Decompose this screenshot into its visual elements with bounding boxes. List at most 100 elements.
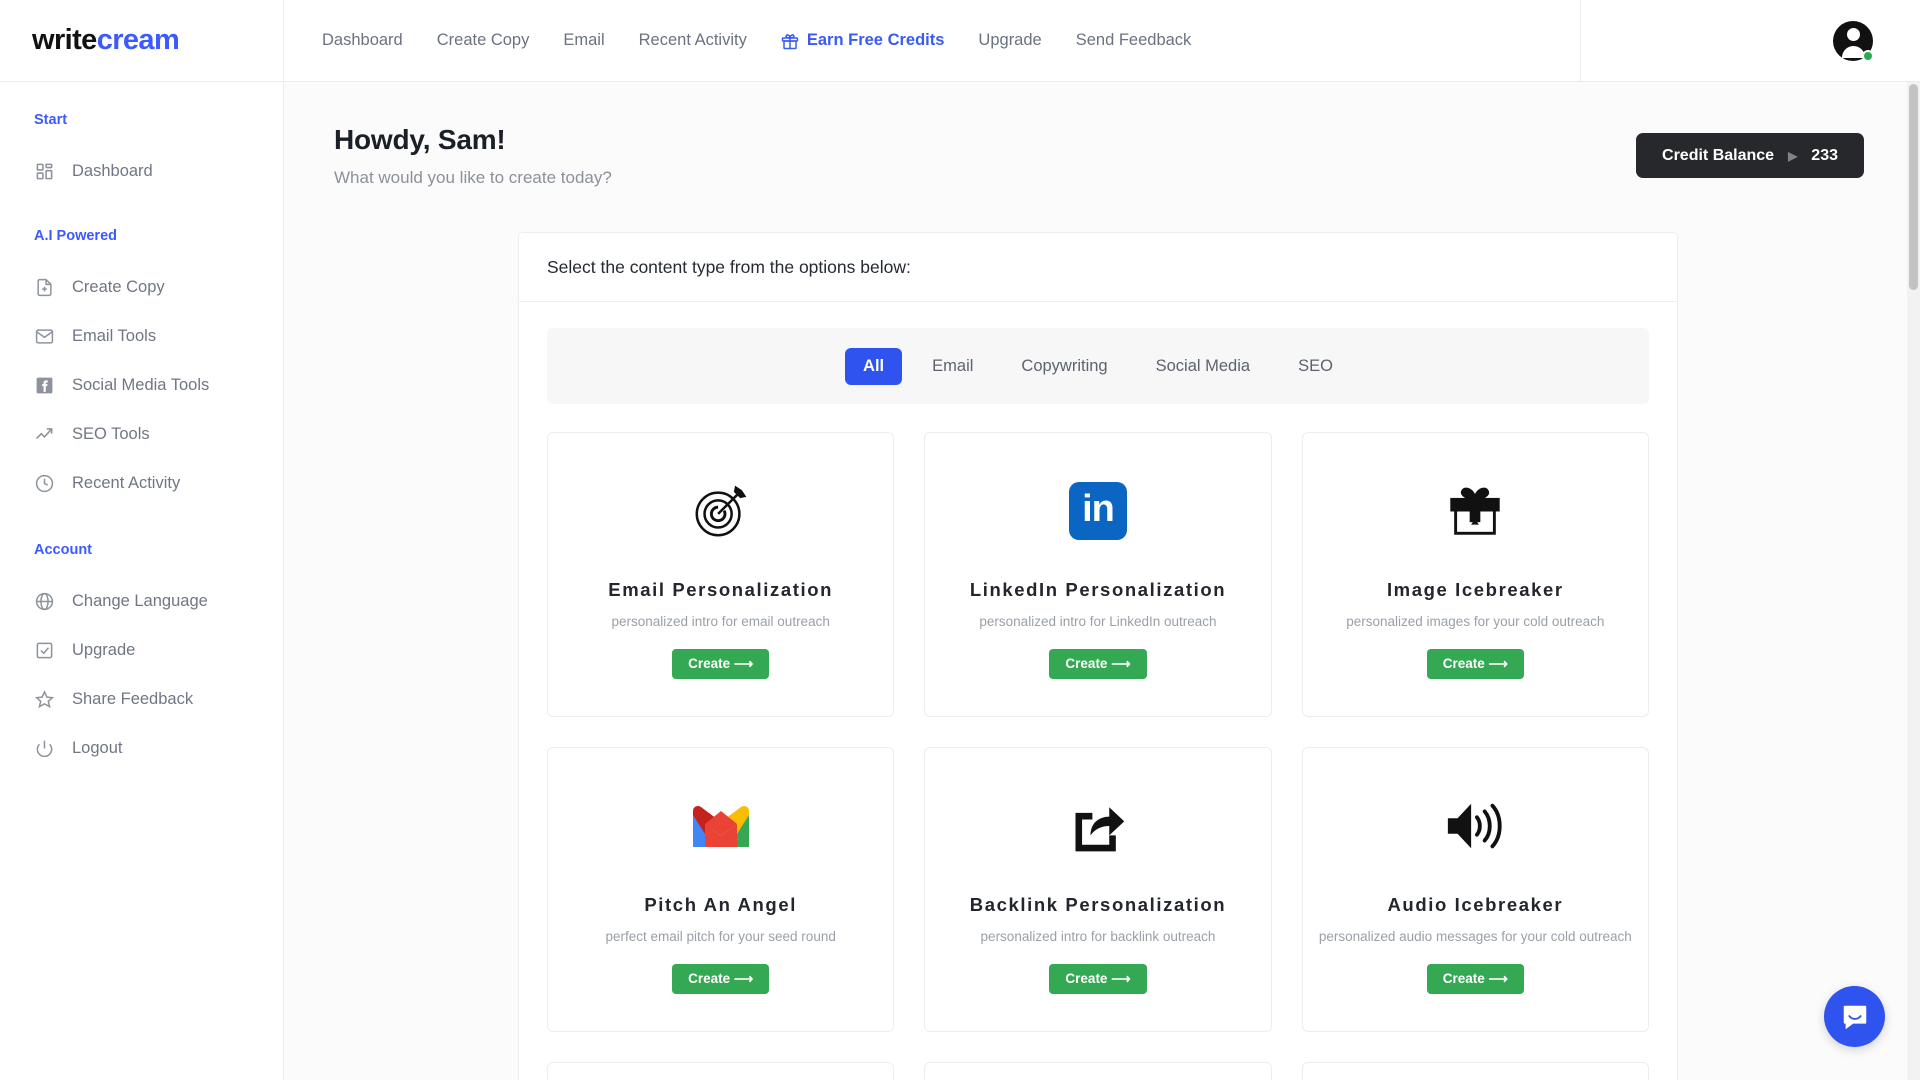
sidebar-item-label: Logout	[72, 739, 123, 757]
tab-social-media[interactable]: Social Media	[1138, 348, 1268, 385]
sidebar-item-label: Change Language	[72, 592, 208, 610]
card-row3-placeholder-1[interactable]	[547, 1062, 895, 1080]
sidebar-item-label: Upgrade	[72, 641, 136, 659]
create-button[interactable]: Create ⟶	[1049, 964, 1147, 994]
sidebar-item-share-feedback[interactable]: Share Feedback	[0, 675, 283, 724]
status-online-dot	[1862, 49, 1874, 62]
nav-item-create-copy[interactable]: Create Copy	[437, 31, 530, 50]
card-subtitle: personalized images for your cold outrea…	[1346, 614, 1605, 629]
sidebar-item-social-media-tools[interactable]: Social Media Tools	[0, 361, 283, 410]
facebook-icon	[34, 375, 55, 396]
card-subtitle: perfect email pitch for your seed round	[605, 929, 836, 944]
sidebar-item-label: Dashboard	[72, 162, 153, 180]
sidebar-group-label-start: Start	[34, 112, 68, 128]
sidebar-item-label: Social Media Tools	[72, 376, 210, 394]
avatar[interactable]	[1833, 20, 1874, 62]
content-type-card-grid: Email Personalization personalized intro…	[519, 404, 1677, 1080]
create-button[interactable]: Create ⟶	[1049, 649, 1147, 679]
card-title: LinkedIn Personalization	[969, 579, 1227, 600]
card-row3-placeholder-2[interactable]	[924, 1062, 1272, 1080]
grid-dashboard-icon	[34, 161, 55, 182]
tab-all[interactable]: All	[845, 347, 903, 385]
nav-label: Earn Free Credits	[806, 31, 945, 49]
intercom-chat-button[interactable]	[1824, 986, 1885, 1047]
create-button[interactable]: Create ⟶	[672, 964, 770, 994]
gift-icon	[781, 32, 799, 50]
card-subtitle: personalized audio messages for your col…	[1318, 929, 1632, 944]
nav-label: Email	[563, 31, 605, 49]
power-icon	[34, 738, 55, 759]
target-dartboard-icon	[548, 475, 893, 547]
credit-balance-label: Credit Balance	[1662, 146, 1775, 164]
trend-up-icon	[34, 424, 55, 445]
chevron-right-icon: ▶	[1788, 148, 1798, 163]
nav-item-recent-activity[interactable]: Recent Activity	[639, 31, 747, 50]
credit-balance-value: 233	[1811, 146, 1838, 164]
sidebar-item-email-tools[interactable]: Email Tools	[0, 312, 283, 361]
nav-item-upgrade[interactable]: Upgrade	[978, 31, 1041, 50]
linkedin-mark-text: in	[1068, 482, 1127, 540]
brand-logo[interactable]: writecream	[0, 0, 284, 82]
card-title: Email Personalization	[608, 579, 834, 600]
sidebar-group-label-account: Account	[34, 542, 92, 558]
nav-item-send-feedback[interactable]: Send Feedback	[1076, 31, 1192, 50]
card-title: Image Icebreaker	[1386, 579, 1564, 600]
card-row3-placeholder-3[interactable]	[1301, 1062, 1649, 1080]
intercom-chat-icon	[1843, 1005, 1866, 1029]
card-email-personalization[interactable]: Email Personalization personalized intro…	[547, 432, 895, 717]
tab-email[interactable]: Email	[914, 348, 991, 385]
credit-balance-badge[interactable]: Credit Balance ▶ 233	[1636, 133, 1864, 178]
logo-text-accent: cream	[96, 24, 180, 56]
sidebar-item-upgrade[interactable]: Upgrade	[0, 626, 283, 675]
tab-copywriting[interactable]: Copywriting	[1003, 348, 1125, 385]
create-button[interactable]: Create ⟶	[672, 649, 770, 679]
clock-icon	[34, 473, 55, 494]
create-button[interactable]: Create ⟶	[1426, 964, 1524, 994]
check-square-icon	[34, 640, 55, 661]
avatar-head-icon	[1846, 27, 1860, 41]
nav-item-email[interactable]: Email	[563, 31, 604, 50]
file-plus-icon	[34, 277, 55, 298]
scrollbar-thumb[interactable]	[1909, 84, 1918, 290]
gift-box-icon	[1303, 475, 1648, 547]
nav-label: Send Feedback	[1075, 31, 1192, 49]
sidebar-item-label: Share Feedback	[72, 690, 194, 708]
share-export-icon	[925, 790, 1270, 862]
sidebar: Start Dashboard A.I Powered Create Copy …	[0, 82, 284, 1080]
card-subtitle: personalized intro for backlink outreach	[980, 929, 1216, 944]
nav-label: Upgrade	[978, 31, 1042, 49]
tab-seo[interactable]: SEO	[1280, 348, 1351, 385]
card-image-icebreaker[interactable]: Image Icebreaker personalized images for…	[1301, 432, 1649, 717]
card-subtitle: personalized intro for email outreach	[611, 614, 830, 629]
card-audio-icebreaker[interactable]: Audio Icebreaker personalized audio mess…	[1301, 747, 1649, 1032]
sidebar-item-recent-activity[interactable]: Recent Activity	[0, 459, 283, 508]
star-icon	[34, 689, 55, 710]
card-backlink-personalization[interactable]: Backlink Personalization personalized in…	[924, 747, 1272, 1032]
nav-item-earn-free-credits[interactable]: Earn Free Credits	[781, 31, 945, 50]
top-nav-right	[1580, 0, 1920, 82]
page-scrollbar[interactable]	[1907, 82, 1920, 1080]
sidebar-item-logout[interactable]: Logout	[0, 724, 283, 773]
main-content: Howdy, Sam! What would you like to creat…	[284, 82, 1912, 1080]
sidebar-item-dashboard[interactable]: Dashboard	[0, 147, 283, 196]
sidebar-item-create-copy[interactable]: Create Copy	[0, 263, 283, 312]
card-title: Pitch An Angel	[644, 894, 797, 915]
nav-item-dashboard[interactable]: Dashboard	[322, 31, 403, 50]
card-linkedin-personalization[interactable]: in LinkedIn Personalization personalized…	[924, 432, 1272, 717]
linkedin-icon: in	[925, 475, 1270, 547]
filter-tab-bar: All Email Copywriting Social Media SEO	[547, 328, 1649, 404]
logo-text: writecream	[32, 24, 180, 57]
top-navigation-bar: writecream Dashboard Create Copy Email R…	[0, 0, 1920, 82]
content-type-panel: Select the content type from the options…	[518, 232, 1678, 1080]
gmail-icon	[548, 790, 893, 862]
card-pitch-an-angel[interactable]: Pitch An Angel perfect email pitch for y…	[547, 747, 895, 1032]
card-subtitle: personalized intro for LinkedIn outreach	[979, 614, 1217, 629]
panel-title: Select the content type from the options…	[519, 233, 1677, 302]
sidebar-item-seo-tools[interactable]: SEO Tools	[0, 410, 283, 459]
sidebar-item-label: Create Copy	[72, 278, 165, 296]
sidebar-item-change-language[interactable]: Change Language	[0, 577, 283, 626]
sidebar-group-label-ai-powered: A.I Powered	[34, 228, 117, 244]
card-title: Audio Icebreaker	[1387, 894, 1564, 915]
speaker-volume-icon	[1303, 790, 1648, 862]
create-button[interactable]: Create ⟶	[1426, 649, 1524, 679]
